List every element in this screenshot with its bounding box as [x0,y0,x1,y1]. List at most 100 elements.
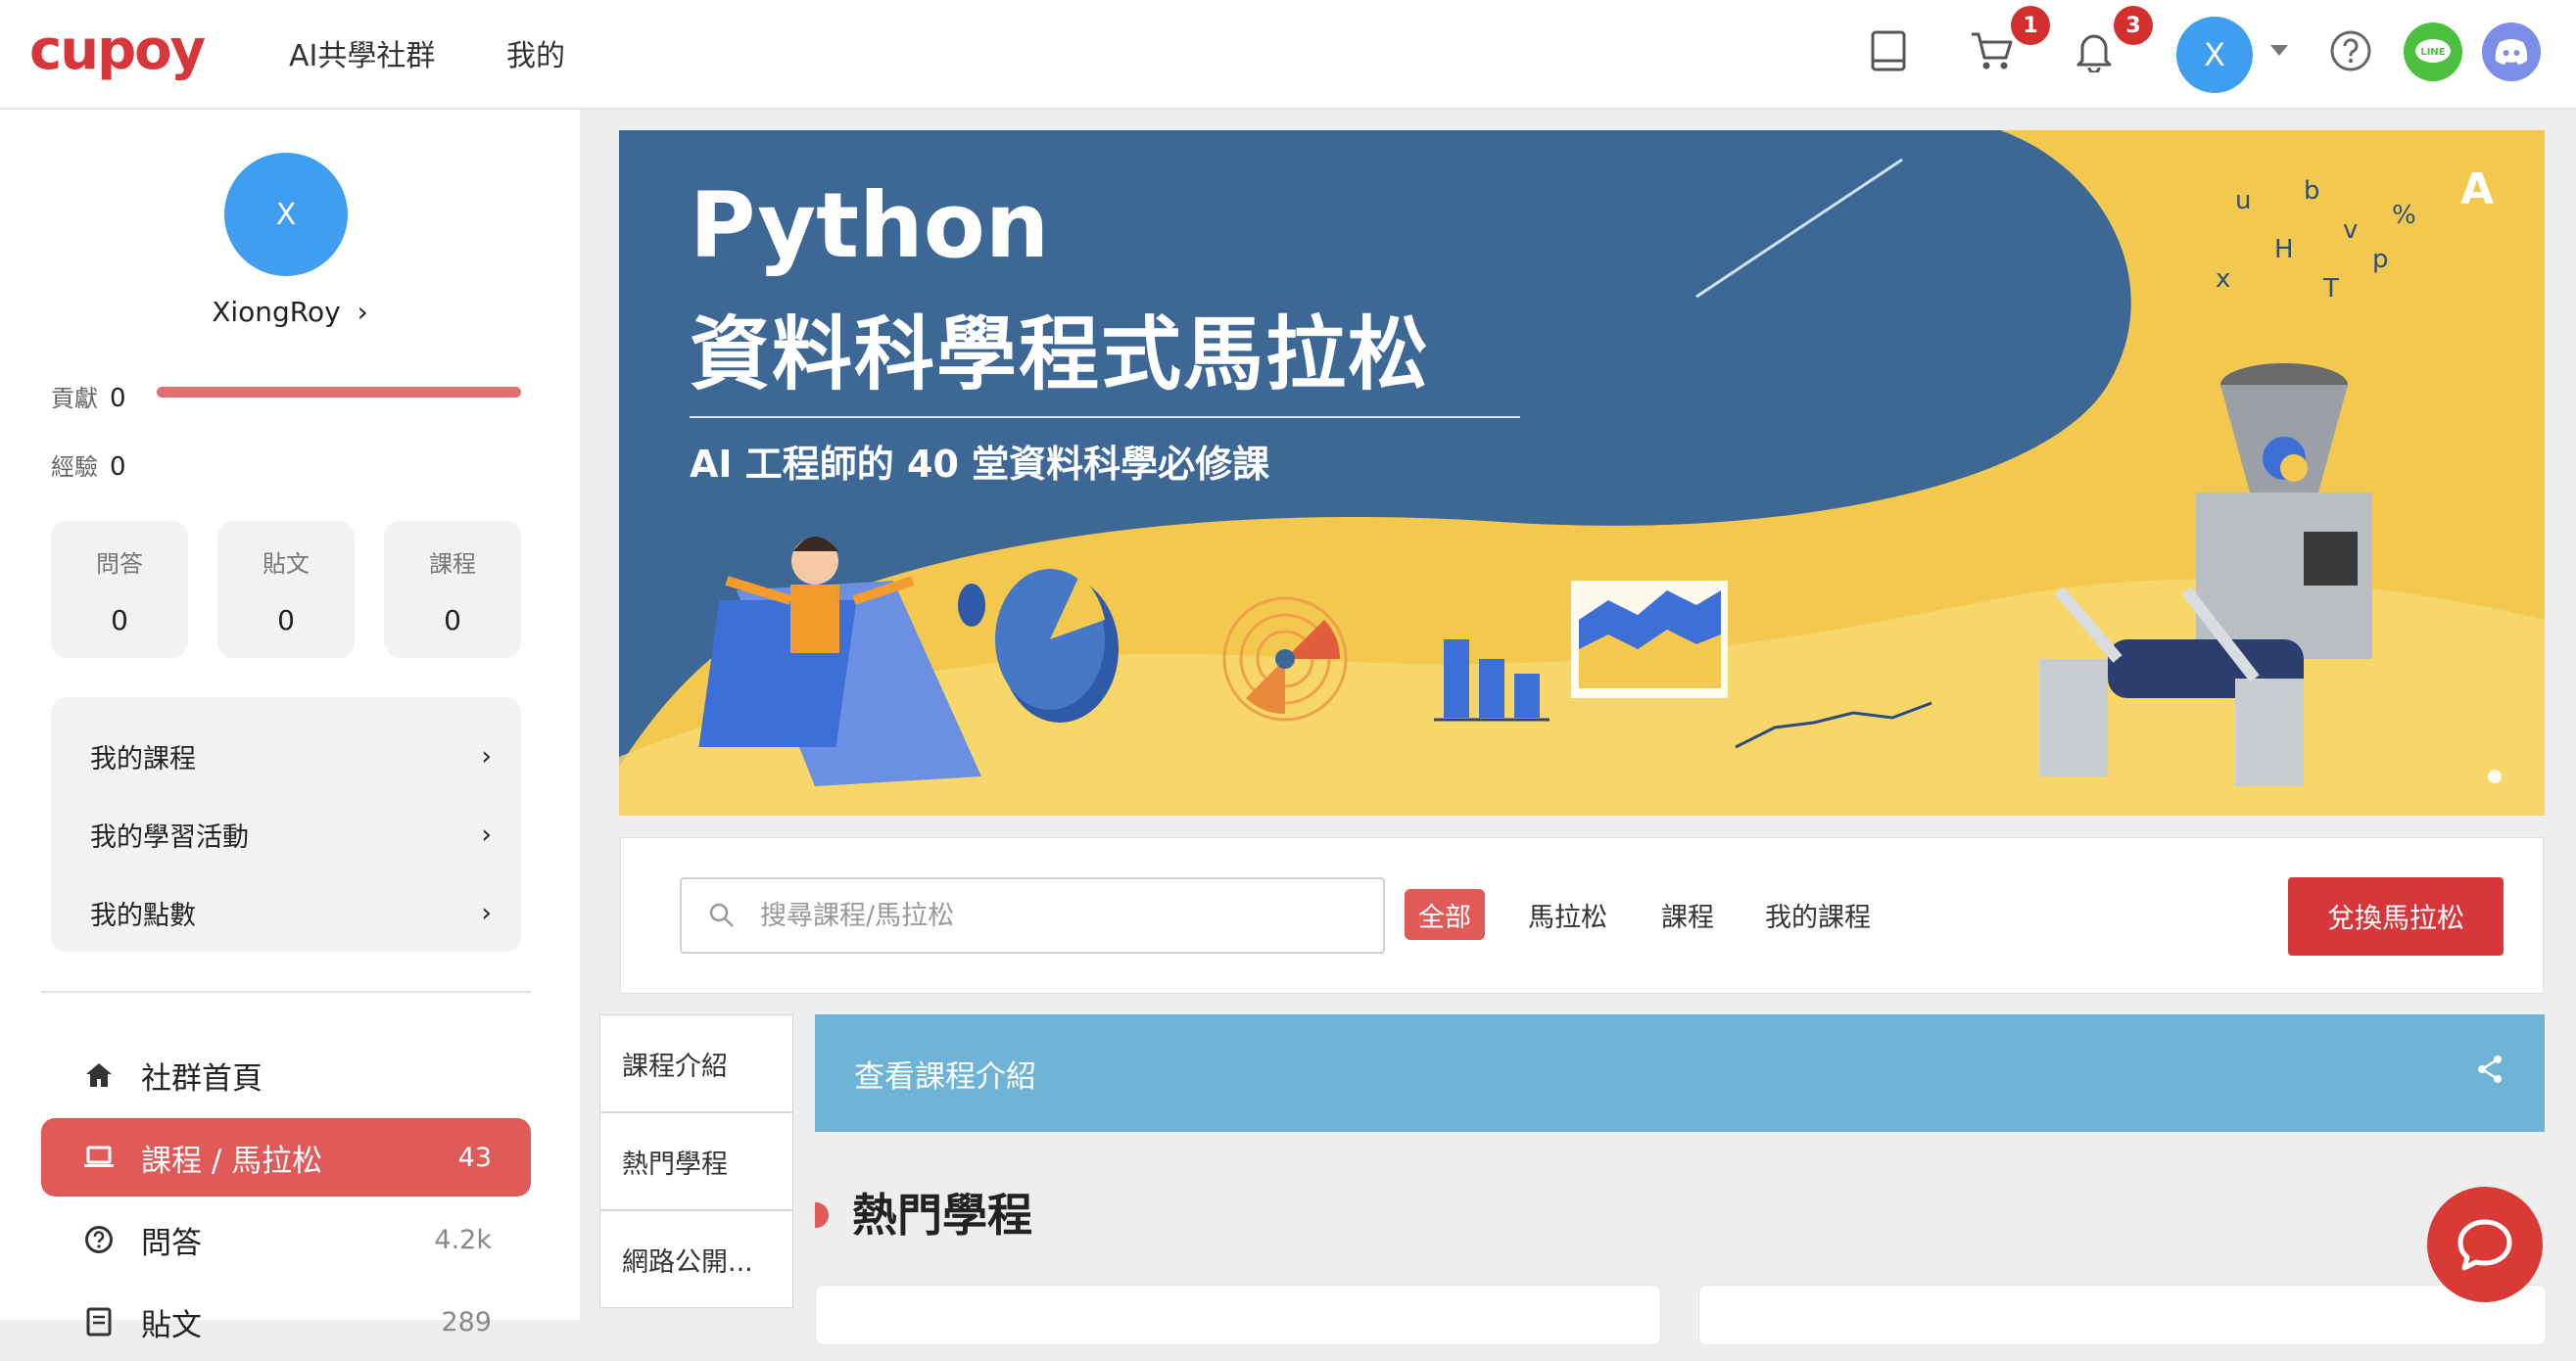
svg-text:%: % [2392,201,2416,230]
menu-my-courses[interactable]: 我的課程 › [90,727,492,785]
banner-divider [690,416,1520,418]
question-circle-icon [80,1221,118,1258]
chat-bubble-icon [2457,1219,2512,1271]
count-label: 貼文 [262,550,310,578]
course-intro-bar[interactable]: 查看課程介紹 [815,1014,2545,1132]
experience-stat: 經驗 0 [51,447,126,482]
search-box [680,877,1385,954]
sidebar-item-count: 289 [441,1306,492,1338]
chevron-right-icon: › [481,819,492,850]
sidebar-item-count: 43 [457,1142,492,1173]
menu-label: 我的學習活動 [90,821,249,853]
experience-label: 經驗 [51,453,98,481]
sidebar-item-label: 課程 / 馬拉松 [141,1143,323,1179]
sidebar-item-posts[interactable]: 貼文 289 [41,1283,531,1361]
section-title: 熱門學程 [852,1189,1032,1242]
chevron-right-icon: › [481,740,492,772]
help-icon[interactable] [2325,25,2376,76]
program-card[interactable] [1698,1285,2547,1345]
document-icon [80,1303,118,1340]
search-icon [709,903,734,927]
svg-text:H: H [2274,235,2294,264]
book-icon[interactable] [1863,25,1914,76]
svg-text:x: x [2216,264,2230,294]
contribution-label: 貢獻 [51,385,98,412]
tab-course-intro[interactable]: 課程介紹 [599,1014,793,1112]
cart-badge: 1 [2011,6,2050,45]
sidebar-divider [41,991,531,993]
course-banner[interactable]: u bv H% p x T A Python 資料科學程式馬拉松 AI 工程師的 40… [619,130,2545,816]
exchange-marathon-button[interactable]: 兌換馬拉松 [2288,877,2504,956]
sidebar-item-label: 貼文 [141,1307,202,1343]
count-card-qa[interactable]: 問答 0 [51,521,188,658]
svg-text:v: v [2343,215,2358,245]
filter-all[interactable]: 全部 [1405,889,1485,940]
quick-menu: 我的課程 › 我的學習活動 › 我的點數 › [51,697,521,952]
sidebar-item-home[interactable]: 社群首頁 [41,1036,531,1114]
menu-label: 我的點數 [90,900,196,931]
count-value: 0 [444,604,461,636]
contribution-stat: 貢獻 0 [51,379,126,413]
notification-badge: 3 [2114,6,2153,45]
tab-popular-programs[interactable]: 熱門學程 [599,1112,793,1210]
share-icon[interactable] [2474,1054,2505,1093]
sidebar: X XiongRoy › 貢獻 0 經驗 0 問答 0 貼文 0 課程 0 我的課程… [0,110,580,1343]
contribution-progress-bar [157,387,521,398]
svg-text:LINE: LINE [2420,47,2445,58]
username-text[interactable]: XiongRoy [212,296,341,328]
svg-text:u: u [2235,186,2251,215]
carousel-dot [2488,770,2502,783]
banner-brand-mark: A [2460,164,2494,214]
chevron-right-icon: › [357,296,368,328]
laptop-icon [80,1139,118,1176]
search-input[interactable] [758,899,1383,932]
sidebar-item-label: 問答 [141,1225,202,1261]
profile-avatar[interactable]: X [224,153,348,276]
sidebar-item-courses[interactable]: 課程 / 馬拉松 43 [41,1118,531,1197]
intro-bar-label: 查看課程介紹 [854,1058,1036,1095]
discord-icon[interactable] [2482,23,2541,81]
banner-tagline: AI 工程師的 40 堂資料科學必修課 [690,443,1270,486]
filter-marathon[interactable]: 馬拉松 [1528,889,1607,940]
cart-icon[interactable] [1967,25,2018,76]
banner-subtitle: 資料科學程式馬拉松 [690,308,1431,401]
nav-mine[interactable]: 我的 [506,31,565,74]
user-avatar[interactable]: X [2176,17,2253,93]
sidebar-item-count: 4.2k [434,1224,492,1255]
filter-course[interactable]: 課程 [1661,889,1714,940]
count-label: 問答 [96,550,143,578]
search-panel: 全部 馬拉松 課程 我的課程 兌換馬拉松 [620,837,2544,994]
line-icon[interactable]: LINE [2404,23,2462,81]
svg-text:cupoy: cupoy [29,22,206,82]
program-card[interactable] [815,1285,1661,1345]
menu-label: 我的課程 [90,743,196,774]
count-card-courses[interactable]: 課程 0 [384,521,521,658]
section-marker [815,1202,829,1228]
count-label: 課程 [429,550,476,578]
profile-username[interactable]: XiongRoy › [0,296,580,328]
svg-text:T: T [2322,274,2339,304]
count-value: 0 [277,604,295,636]
tab-public-online[interactable]: 網路公開... [599,1210,793,1308]
experience-value: 0 [110,452,126,482]
chevron-right-icon: › [481,897,492,928]
menu-my-activities[interactable]: 我的學習活動 › [90,805,492,864]
sidebar-item-qa[interactable]: 問答 4.2k [41,1200,531,1279]
chat-button[interactable] [2427,1187,2543,1302]
filter-my-courses[interactable]: 我的課程 [1765,889,1871,940]
bell-icon[interactable] [2069,25,2120,76]
sidebar-item-label: 社群首頁 [141,1060,262,1097]
count-value: 0 [111,604,128,636]
top-bar: cupoy AI共學社群 我的 1 3 X LINE [0,0,2576,110]
chevron-down-icon[interactable] [2257,25,2302,76]
menu-my-points[interactable]: 我的點數 › [90,883,492,942]
svg-text:b: b [2304,176,2320,206]
banner-title: Python [690,173,1050,278]
home-icon [80,1056,118,1094]
svg-text:p: p [2372,245,2389,274]
cupoy-logo[interactable]: cupoy [29,22,206,82]
area-illustration [1571,581,1728,698]
count-card-posts[interactable]: 貼文 0 [217,521,355,658]
contribution-value: 0 [110,384,126,413]
nav-community[interactable]: AI共學社群 [289,31,435,74]
